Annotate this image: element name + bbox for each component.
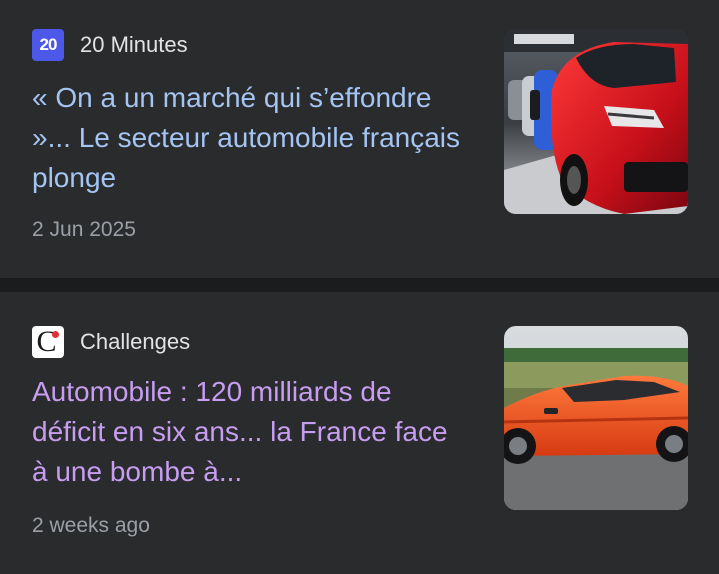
article-thumbnail[interactable] bbox=[504, 30, 688, 214]
source-name: Challenges bbox=[80, 329, 191, 354]
article-headline[interactable]: « On a un marché qui s’effondre »... Le … bbox=[32, 78, 462, 198]
article-source: 20 20 Minutes bbox=[32, 29, 188, 61]
red-car-production-line-image bbox=[504, 30, 688, 214]
source-name: 20 Minutes bbox=[80, 32, 188, 57]
article-card[interactable]: C Challenges Automobile : 120 milliards … bbox=[0, 292, 719, 574]
article-headline[interactable]: Automobile : 120 milliards de déficit en… bbox=[32, 372, 462, 492]
article-source: C Challenges bbox=[32, 326, 190, 358]
news-feed: 20 20 Minutes « On a un marché qui s’eff… bbox=[0, 0, 719, 574]
orange-car-road-image bbox=[504, 326, 688, 510]
article-date: 2 weeks ago bbox=[32, 514, 150, 537]
article-card[interactable]: 20 20 Minutes « On a un marché qui s’eff… bbox=[0, 0, 719, 278]
article-thumbnail[interactable] bbox=[504, 326, 688, 510]
logo-text: 20 bbox=[39, 35, 58, 54]
article-date: 2 Jun 2025 bbox=[32, 218, 136, 241]
20-minutes-logo-icon: 20 bbox=[32, 29, 64, 61]
challenges-logo-icon: C bbox=[32, 326, 64, 358]
